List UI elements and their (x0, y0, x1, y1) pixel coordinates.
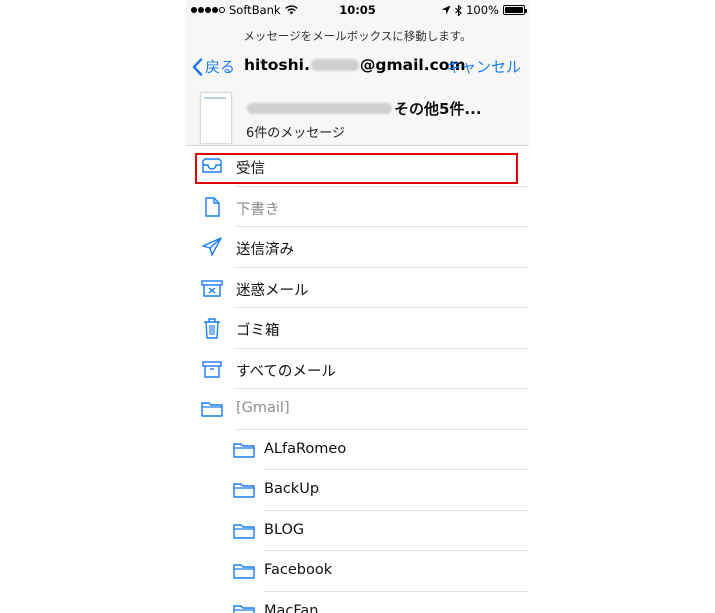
mailbox-label: 受信 (236, 161, 265, 177)
message-count: 6件のメッセージ (246, 126, 346, 141)
folder-icon (232, 519, 256, 543)
mailbox-gmail: [Gmail] (186, 389, 529, 430)
mailbox-label: ALfaRomeo (264, 440, 347, 457)
subject-suffix: その他5件... (394, 100, 482, 118)
chevron-left-icon (192, 57, 203, 76)
inbox-icon (200, 154, 224, 178)
trash-icon (200, 316, 224, 340)
cancel-button[interactable]: キャンセル (446, 56, 521, 77)
draft-icon (200, 195, 224, 219)
mailbox-label: [Gmail] (236, 400, 290, 416)
sent-icon (200, 235, 224, 259)
mailbox-label: すべてのメール (236, 363, 336, 380)
nav-bar: 戻る hitoshi. @gmail.com キャンセル (186, 56, 529, 78)
mailbox-label: 送信済み (236, 242, 294, 258)
message-preview: その他5件... 6件のメッセージ (186, 90, 529, 146)
redacted-subject (247, 103, 392, 114)
bluetooth-icon (455, 4, 462, 16)
status-right-group: 100% (441, 3, 527, 17)
mailbox-junk[interactable]: 迷惑メール (186, 268, 529, 309)
move-prompt: メッセージをメールボックスに移動します。 (243, 29, 472, 43)
mailbox-label: BLOG (264, 521, 305, 538)
message-thumbnail (200, 92, 232, 144)
mailbox-alfaromeo[interactable]: ALfaRomeo (186, 430, 529, 471)
mailbox-trash[interactable]: ゴミ箱 (186, 308, 529, 349)
location-arrow-icon (441, 5, 451, 15)
status-bar: SoftBank 10:05 100% (186, 0, 529, 20)
mailbox-label: MacFan (264, 602, 319, 613)
phone-screen: SoftBank 10:05 100% メッセージをメールボックスに移動します。 (186, 0, 529, 613)
folder-icon (232, 600, 256, 613)
redacted-account-part (310, 59, 359, 71)
mailbox-facebook[interactable]: Facebook (186, 551, 529, 592)
mailbox-backup[interactable]: BackUp (186, 470, 529, 511)
junk-icon (200, 276, 224, 300)
folder-icon (232, 559, 256, 583)
folder-icon (200, 397, 224, 421)
mailbox-list: 受信下書き送信済み迷惑メールゴミ箱すべてのメール [Gmail] ALfaRomeo… (186, 146, 529, 613)
account-prefix: hitoshi. (244, 56, 310, 74)
mailbox-macfan[interactable]: MacFan (186, 592, 529, 613)
mailbox-blog[interactable]: BLOG (186, 511, 529, 552)
account-name: hitoshi. @gmail.com (244, 56, 466, 74)
mailbox-all-mail[interactable]: すべてのメール (186, 349, 529, 390)
mailbox-inbox[interactable]: 受信 (186, 146, 529, 187)
mailbox-label: ゴミ箱 (236, 323, 280, 339)
mailbox-label: Facebook (264, 562, 333, 578)
back-label: 戻る (205, 58, 236, 76)
folder-icon (232, 438, 256, 462)
mailbox-label: 下書き (236, 201, 280, 218)
archive-icon (200, 357, 224, 381)
back-button[interactable]: 戻る (192, 56, 235, 77)
message-subject: その他5件... (246, 98, 482, 119)
mailbox-label: 迷惑メール (236, 282, 309, 299)
folder-icon (232, 478, 256, 502)
mailbox-label: BackUp (264, 481, 320, 497)
battery-percent: 100% (466, 3, 499, 17)
mailbox-sent[interactable]: 送信済み (186, 227, 529, 268)
mailbox-drafts: 下書き (186, 187, 529, 228)
battery-fill (505, 7, 523, 13)
move-message-header: メッセージをメールボックスに移動します。 戻る hitoshi. @gmail.… (186, 20, 529, 146)
battery-icon (503, 5, 527, 15)
